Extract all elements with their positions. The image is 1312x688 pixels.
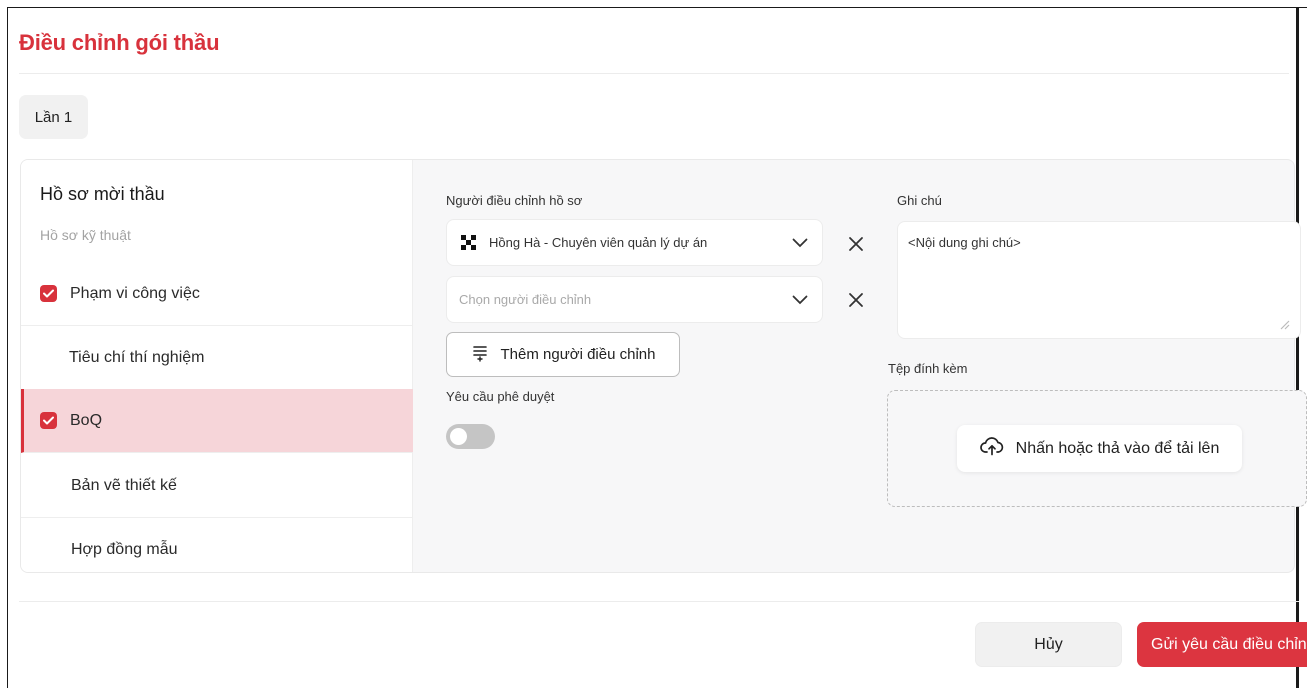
upload-dropzone[interactable]: Nhấn hoặc thả vào để tải lên xyxy=(887,390,1307,507)
adjuster-2-placeholder: Chọn người điều chỉnh xyxy=(459,292,592,307)
tab-round-1[interactable]: Lần 1 xyxy=(19,95,88,139)
check-icon xyxy=(40,412,57,429)
add-adjuster-label: Thêm người điều chỉnh xyxy=(500,346,656,363)
sidebar-item-design-drawings[interactable]: Bản vẽ thiết kế xyxy=(21,454,413,518)
cancel-button[interactable]: Hủy xyxy=(975,622,1122,667)
sidebar-item-label: Tiêu chí thí nghiệm xyxy=(69,348,205,366)
chevron-down-icon[interactable] xyxy=(790,233,810,253)
upload-label: Nhấn hoặc thả vào để tải lên xyxy=(1015,439,1220,457)
sidebar-item-contract-template[interactable]: Hợp đồng mẫu xyxy=(21,518,413,572)
sidebar-item-label: Phạm vi công việc xyxy=(70,284,200,302)
submit-adjustment-button[interactable]: Gửi yêu cầu điều chỉnh xyxy=(1137,622,1307,667)
sidebar-heading: Hồ sơ mời thầu xyxy=(40,184,165,204)
note-placeholder: <Nội dung ghi chú> xyxy=(908,235,1021,250)
close-icon[interactable] xyxy=(845,233,867,255)
resize-handle-icon[interactable] xyxy=(1278,318,1290,330)
approval-toggle[interactable] xyxy=(446,424,495,449)
upload-button[interactable]: Nhấn hoặc thả vào để tải lên xyxy=(957,425,1242,472)
sidebar-item-label: Hợp đồng mẫu xyxy=(71,541,178,558)
attachment-label: Tệp đính kèm xyxy=(888,361,968,376)
chevron-down-icon[interactable] xyxy=(790,290,810,310)
window-edge xyxy=(1296,7,1299,688)
dialog-title: Điều chỉnh gói thầu xyxy=(19,30,220,55)
sidebar-item-test-criteria[interactable]: Tiêu chí thí nghiệm xyxy=(21,326,413,390)
footer-divider xyxy=(19,601,1299,602)
add-user-icon xyxy=(471,344,489,366)
note-label: Ghi chú xyxy=(897,193,942,208)
note-textarea[interactable]: <Nội dung ghi chú> xyxy=(897,221,1301,339)
sidebar-item-scope[interactable]: Phạm vi công việc xyxy=(21,262,413,326)
check-icon xyxy=(40,285,57,302)
adjusters-label: Người điều chỉnh hồ sơ xyxy=(446,193,583,208)
sidebar-item-boq[interactable]: BoQ xyxy=(21,389,413,453)
close-icon[interactable] xyxy=(845,289,867,311)
upload-cloud-icon xyxy=(979,436,1004,461)
approval-label: Yêu cầu phê duyệt xyxy=(446,389,555,404)
adjuster-select-2[interactable]: Chọn người điều chỉnh xyxy=(446,276,823,323)
sidebar-subheading: Hồ sơ kỹ thuật xyxy=(40,227,131,243)
toggle-knob xyxy=(450,428,467,445)
sidebar-item-label: BoQ xyxy=(70,411,103,429)
sidebar-item-label: Bản vẽ thiết kế xyxy=(71,476,177,494)
title-divider xyxy=(19,73,1289,74)
avatar-icon xyxy=(459,233,479,253)
document-sidebar: Hồ sơ mời thầu Hồ sơ kỹ thuật Phạm vi cô… xyxy=(21,160,413,572)
adjuster-select-1[interactable]: Hồng Hà - Chuyên viên quản lý dự án xyxy=(446,219,823,266)
add-adjuster-button[interactable]: Thêm người điều chỉnh xyxy=(446,332,680,377)
adjuster-1-value: Hồng Hà - Chuyên viên quản lý dự án xyxy=(489,235,708,250)
